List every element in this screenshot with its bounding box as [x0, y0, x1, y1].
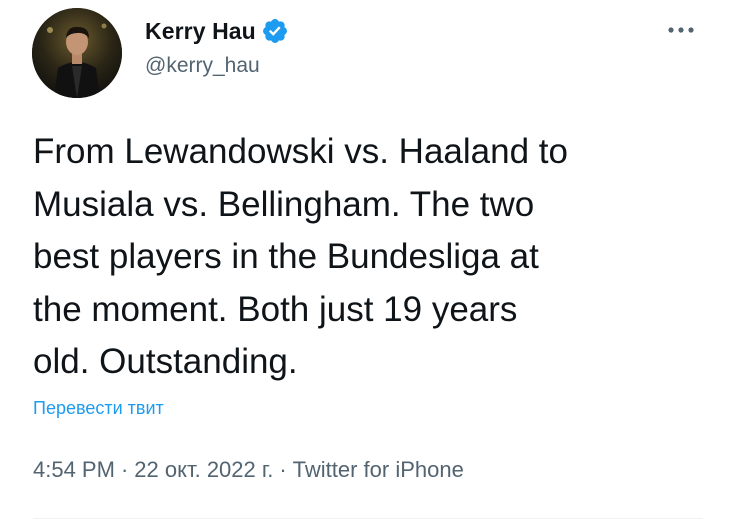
more-horizontal-icon[interactable]: [663, 18, 699, 42]
translate-tweet-link[interactable]: Перевести твит: [33, 398, 164, 419]
avatar-photo-icon: [32, 8, 122, 98]
author-handle[interactable]: @kerry_hau: [145, 54, 260, 78]
tweet-time[interactable]: 4:54 PM: [33, 457, 115, 483]
meta-separator: ·: [120, 457, 129, 482]
meta-separator: ·: [279, 457, 287, 482]
avatar[interactable]: [32, 8, 122, 98]
tweet-text: From Lewandowski vs. Haaland to Musiala …: [33, 132, 568, 381]
tweet-date[interactable]: 22 окт. 2022 г.: [134, 457, 273, 483]
tweet-card: Kerry Hau @kerry_hau From Lewandowski vs…: [0, 0, 730, 526]
author-name-row[interactable]: Kerry Hau: [145, 15, 289, 47]
tweet-source[interactable]: Twitter for iPhone: [293, 457, 464, 483]
display-name[interactable]: Kerry Hau: [145, 18, 256, 45]
verified-badge-icon: [261, 17, 289, 45]
tweet-metadata: 4:54 PM · 22 окт. 2022 г. · Twitter for …: [33, 457, 464, 483]
divider: [33, 518, 703, 519]
